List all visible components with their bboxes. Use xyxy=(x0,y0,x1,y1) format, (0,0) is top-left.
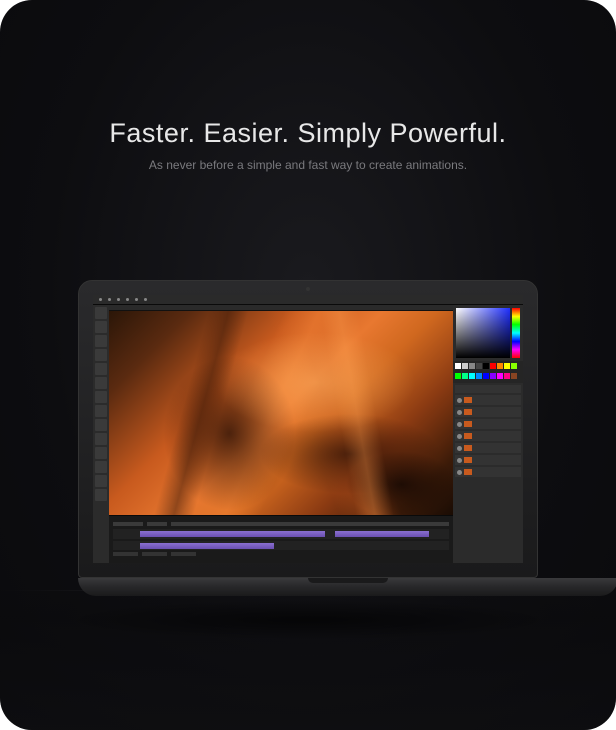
swatch xyxy=(455,363,461,369)
swatch xyxy=(511,363,517,369)
swatch xyxy=(504,363,510,369)
tool-icon xyxy=(95,447,107,459)
tool-icon xyxy=(95,377,107,389)
swatch xyxy=(462,363,468,369)
layer-row xyxy=(455,407,521,417)
center-area xyxy=(109,305,453,563)
swatch xyxy=(497,373,503,379)
swatch xyxy=(483,373,489,379)
app-body xyxy=(93,305,523,563)
app-screen xyxy=(93,295,523,563)
tool-icon xyxy=(95,489,107,501)
tool-icon xyxy=(95,335,107,347)
timeline-panel xyxy=(109,515,453,563)
subheadline: As never before a simple and fast way to… xyxy=(0,158,616,172)
promo-card: Faster. Easier. Simply Powerful. As neve… xyxy=(0,0,616,730)
layers-panel xyxy=(453,383,523,563)
tool-icon xyxy=(95,419,107,431)
canvas-image xyxy=(109,311,453,515)
swatch xyxy=(455,373,461,379)
tool-icon xyxy=(95,475,107,487)
swatch xyxy=(462,373,468,379)
tool-icon xyxy=(95,349,107,361)
swatch xyxy=(476,373,482,379)
saturation-field xyxy=(456,308,510,358)
tool-icon xyxy=(95,461,107,473)
swatch xyxy=(497,363,503,369)
layer-row xyxy=(455,431,521,441)
laptop-base xyxy=(78,578,616,596)
hue-slider xyxy=(512,308,520,358)
swatch xyxy=(469,373,475,379)
headline: Faster. Easier. Simply Powerful. xyxy=(0,118,616,149)
swatch xyxy=(476,363,482,369)
layer-row xyxy=(455,419,521,429)
timeline-track xyxy=(113,541,449,550)
timeline-track xyxy=(113,529,449,538)
right-panels xyxy=(453,305,523,563)
swatch xyxy=(483,363,489,369)
panel-header xyxy=(455,385,521,393)
layer-row xyxy=(455,455,521,465)
swatch xyxy=(511,373,517,379)
color-picker xyxy=(453,305,523,361)
timeline-clip xyxy=(140,531,325,537)
tool-icon xyxy=(95,391,107,403)
swatch xyxy=(490,373,496,379)
layer-row xyxy=(455,443,521,453)
tool-icon xyxy=(95,433,107,445)
tool-icon xyxy=(95,363,107,375)
laptop-mockup xyxy=(78,280,538,596)
layer-row xyxy=(455,467,521,477)
laptop-shadow xyxy=(58,600,558,640)
tool-icon xyxy=(95,321,107,333)
swatch xyxy=(504,373,510,379)
swatch xyxy=(490,363,496,369)
tool-icon xyxy=(95,405,107,417)
app-menubar xyxy=(93,295,523,305)
laptop-notch xyxy=(308,578,388,583)
timeline-clip xyxy=(140,543,274,549)
tool-icon xyxy=(95,307,107,319)
swatches-panel xyxy=(453,361,523,383)
timeline-clip xyxy=(335,531,429,537)
tools-panel xyxy=(93,305,109,563)
camera-dot xyxy=(306,287,310,291)
swatch xyxy=(469,363,475,369)
layer-row xyxy=(455,395,521,405)
laptop-lid xyxy=(78,280,538,578)
